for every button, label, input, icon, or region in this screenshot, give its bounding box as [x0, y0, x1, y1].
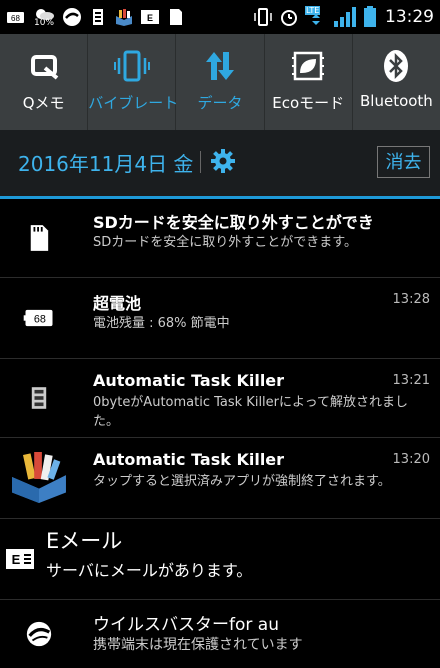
alarm-icon: [281, 10, 297, 26]
notification-title: Automatic Task Killer: [93, 371, 285, 390]
task-killer-box-status-icon: [116, 9, 132, 26]
bluetooth-toggle[interactable]: Bluetooth: [353, 34, 440, 130]
bluetooth-icon: [384, 50, 409, 82]
sd-card-icon: [30, 225, 49, 251]
battery-saver-icon: 68: [23, 309, 53, 327]
task-killer-box-icon: [12, 452, 66, 504]
task-killer-small-icon: [31, 387, 47, 409]
email-status-icon: E: [141, 10, 159, 24]
clock: 13:29: [385, 7, 434, 27]
vibrate-status-icon: [254, 8, 272, 26]
data-icon: [206, 52, 234, 80]
weather-icon: 10%: [32, 6, 56, 28]
qmemo-toggle[interactable]: Qメモ: [0, 34, 89, 130]
email-icon: E: [6, 549, 34, 569]
notification-title: ウイルスバスターfor au: [93, 615, 279, 635]
sd-card-status-icon: [170, 9, 182, 25]
vibrate-icon: [113, 50, 150, 82]
task-killer-status-icon: [93, 9, 103, 25]
signal-icon: [334, 7, 356, 27]
notification-title: Automatic Task Killer: [93, 450, 285, 469]
data-toggle[interactable]: データ: [176, 34, 265, 130]
battery-68-icon: 68: [7, 12, 24, 23]
notification-time: 13:20: [392, 452, 430, 467]
small-battery-pct: 10%: [34, 18, 55, 28]
notification-task-killer-freed[interactable]: Automatic Task Killer 13:21 0byteがAutoma…: [0, 359, 440, 438]
sb-battery-label: 68: [11, 14, 20, 23]
notification-text: 0byteがAutomatic Task Killerによって解放されました。: [93, 395, 408, 429]
svg-text:E: E: [147, 13, 153, 23]
date-separator: [200, 151, 201, 173]
notification-task-killer-tap[interactable]: Automatic Task Killer 13:20 タップすると選択済みアプ…: [0, 438, 440, 519]
notification-sd-card[interactable]: SDカードを安全に取り外すことができ SDカードを安全に取り外すことができます。: [0, 199, 440, 278]
virusbuster-icon: [26, 621, 52, 647]
eco-icon: [292, 51, 325, 81]
battery-saver-label: 68: [34, 314, 46, 326]
status-bar: 68 10% E LTE 13:29: [0, 0, 440, 34]
notification-title: 超電池: [93, 294, 142, 313]
notification-text: SDカードを安全に取り外すことができます。: [93, 235, 357, 250]
notification-text: 電池残量 : 68% 節電中: [93, 316, 230, 331]
notification-time: 13:21: [392, 373, 430, 388]
eco-label: Ecoモード: [272, 94, 345, 112]
date-text: 2016年11月4日 金: [18, 152, 194, 176]
qmemo-label: Qメモ: [22, 94, 65, 112]
eco-toggle[interactable]: Ecoモード: [265, 34, 353, 130]
notification-battery-saver[interactable]: 68 超電池 13:28 電池残量 : 68% 節電中: [0, 278, 440, 359]
notification-title: Eメール: [46, 529, 123, 553]
quick-settings-bar: Qメモ バイブレート データ Ecoモード Bluetooth: [0, 34, 440, 131]
vibrate-toggle[interactable]: バイブレート: [88, 34, 179, 130]
lte-label: LTE: [305, 6, 321, 15]
notification-time: 13:28: [392, 292, 430, 307]
data-label: データ: [197, 94, 243, 112]
battery-icon: [364, 6, 376, 27]
notification-email[interactable]: E Eメール サーバにメールがあります。: [0, 519, 440, 600]
notification-virusbuster[interactable]: ウイルスバスターfor au 携帯端末は現在保護されています: [0, 600, 440, 668]
notification-title: SDカードを安全に取り外すことができ: [93, 213, 374, 232]
virusbuster-status-icon: [63, 8, 81, 26]
notification-text: サーバにメールがあります。: [46, 561, 253, 580]
svg-text:E: E: [12, 552, 21, 567]
qmemo-icon: [30, 55, 58, 80]
date-bar: 2016年11月4日 金 消去: [0, 130, 440, 199]
gear-icon[interactable]: [210, 148, 236, 174]
lte-icon: LTE: [305, 6, 327, 28]
notification-text: タップすると選択済みアプリが強制終了されます。: [93, 474, 391, 489]
bluetooth-label: Bluetooth: [360, 92, 433, 110]
notification-text: 携帯端末は現在保護されています: [93, 637, 303, 653]
clear-button[interactable]: 消去: [377, 146, 430, 178]
vibrate-label: バイブレート: [88, 94, 179, 112]
